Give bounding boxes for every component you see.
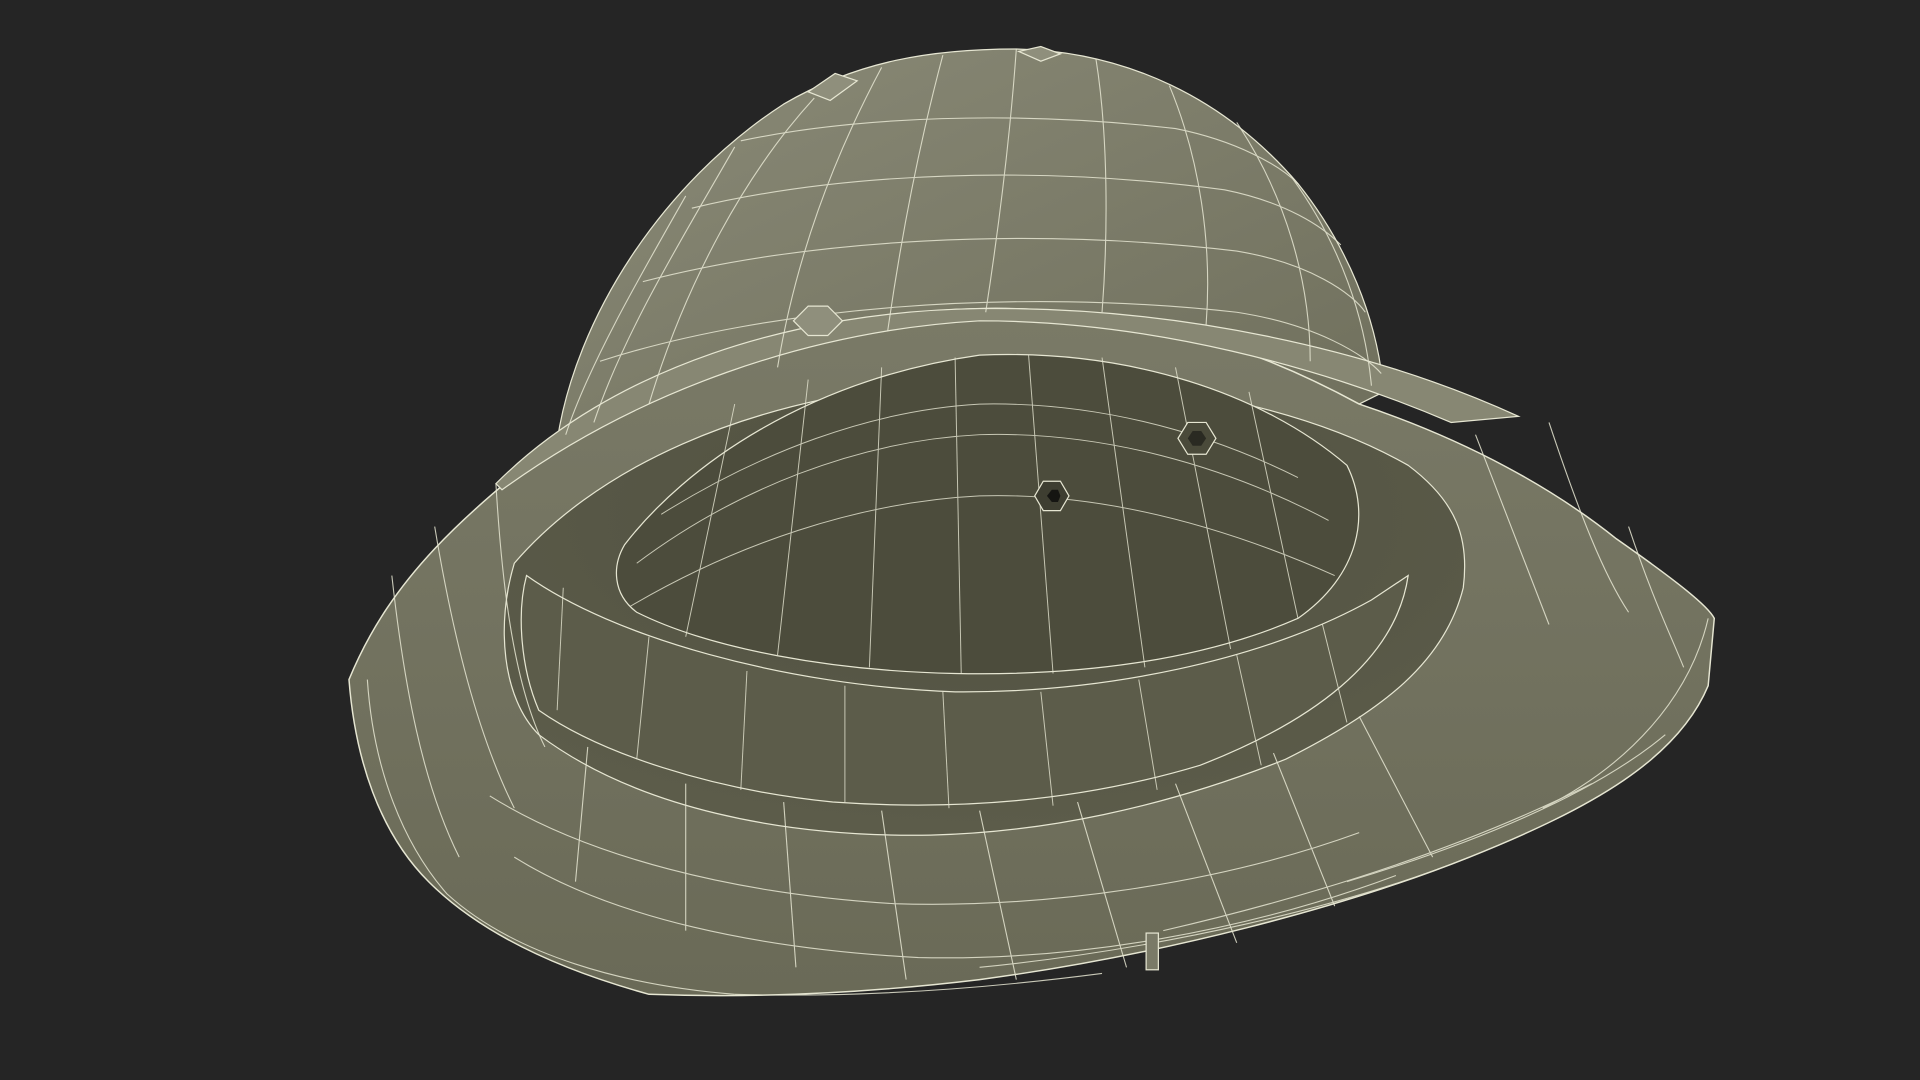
helmet-model <box>348 45 1716 997</box>
brim-seam-notch <box>1145 932 1159 971</box>
render-viewport[interactable] <box>0 0 1920 1080</box>
